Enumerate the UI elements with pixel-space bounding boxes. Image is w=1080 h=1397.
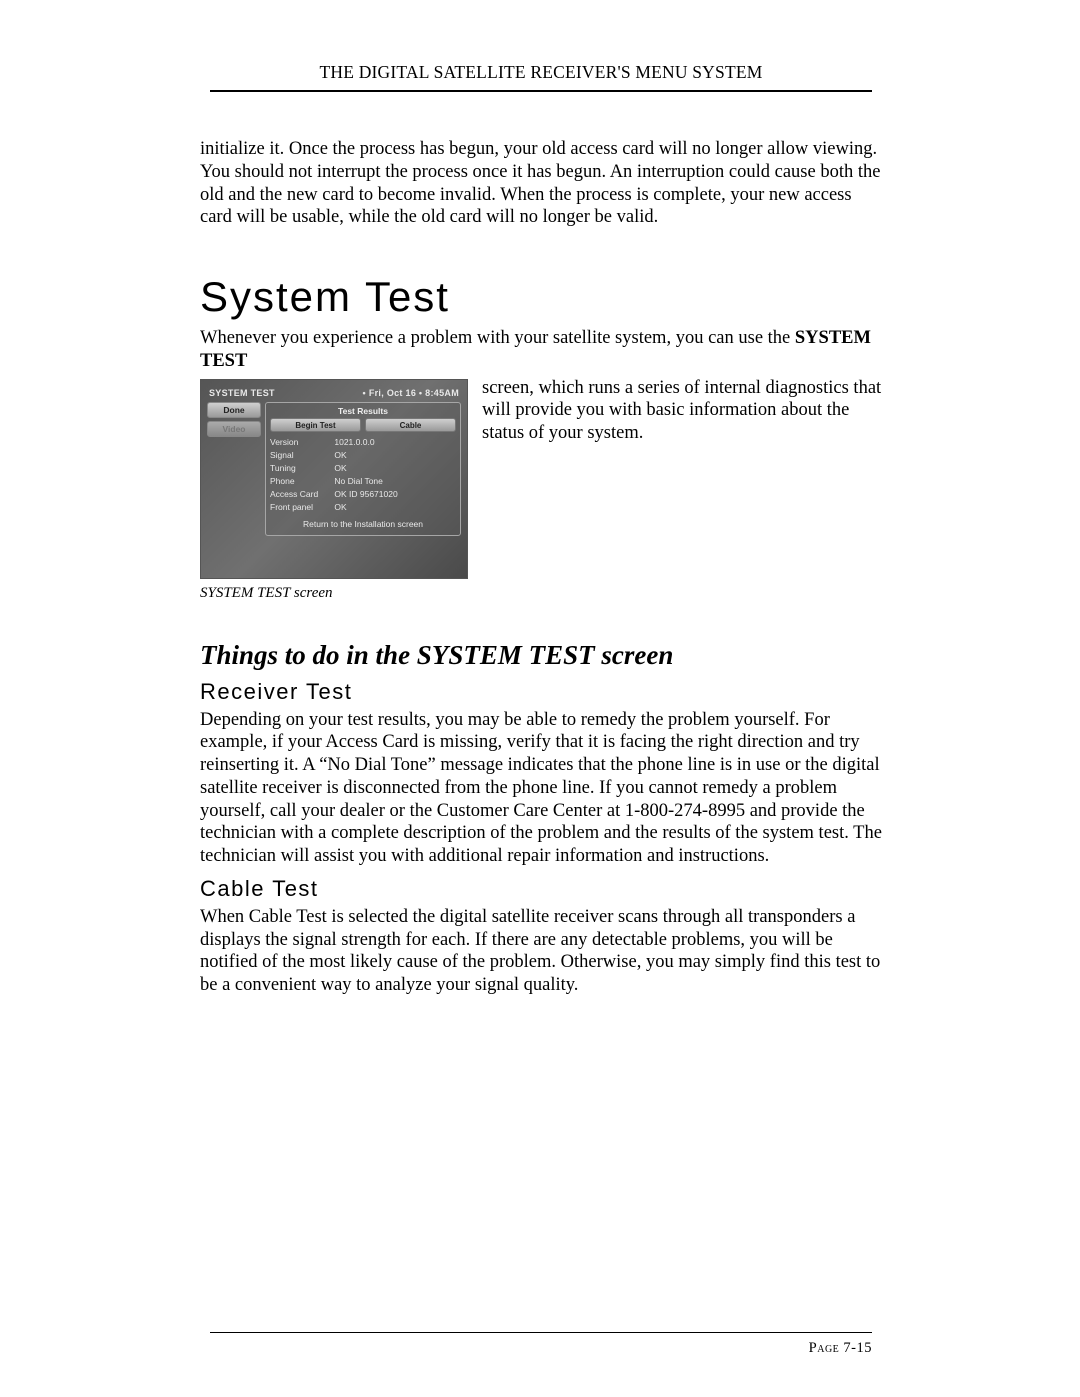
result-row: Tuning OK [270, 462, 456, 475]
result-val: OK [334, 463, 346, 473]
system-test-lead: Whenever you experience a problem with y… [200, 327, 882, 373]
tab-done: Done [207, 402, 261, 418]
screenshot-body: Done Video Test Results Begin Test Cable… [201, 402, 467, 542]
screenshot-footer: Return to the Installation screen [270, 515, 456, 531]
figure: SYSTEM TEST Fri, Oct 16 • 8:45AM Done Vi… [200, 379, 468, 602]
page: THE DIGITAL SATELLITE RECEIVER'S MENU SY… [0, 0, 1080, 1397]
result-val: OK ID 95671020 [334, 489, 397, 499]
figure-caption: SYSTEM TEST screen [200, 585, 468, 602]
result-row: Front panel OK [270, 501, 456, 514]
result-row: Phone No Dial Tone [270, 475, 456, 488]
heading-receiver-test: Receiver Test [200, 679, 882, 705]
result-key: Front panel [270, 501, 332, 514]
result-val: 1021.0.0.0 [334, 437, 374, 447]
footer-rule [210, 1332, 872, 1333]
begin-test-button: Begin Test [270, 418, 361, 432]
result-row: Version 1021.0.0.0 [270, 436, 456, 449]
page-label: Page [809, 1340, 840, 1356]
screenshot-title: SYSTEM TEST [209, 388, 275, 398]
screenshot-titlebar: SYSTEM TEST Fri, Oct 16 • 8:45AM [201, 380, 467, 402]
result-key: Tuning [270, 462, 332, 475]
heading-cable-test: Cable Test [200, 876, 882, 902]
result-row: Signal OK [270, 449, 456, 462]
result-val: OK [334, 502, 346, 512]
figure-and-wrap: SYSTEM TEST Fri, Oct 16 • 8:45AM Done Vi… [200, 377, 882, 602]
result-key: Access Card [270, 488, 332, 501]
result-key: Phone [270, 475, 332, 488]
panel-button-row: Begin Test Cable [270, 418, 456, 432]
result-key: Signal [270, 449, 332, 462]
running-head: THE DIGITAL SATELLITE RECEIVER'S MENU SY… [200, 62, 882, 90]
screenshot-panel: Test Results Begin Test Cable Version 10… [265, 402, 461, 536]
page-number: Page 7-15 [809, 1340, 872, 1357]
panel-title: Test Results [270, 406, 456, 418]
intro-paragraph: initialize it. Once the process has begu… [200, 138, 882, 229]
result-val: No Dial Tone [334, 476, 383, 486]
cable-test-body: When Cable Test is selected the digital … [200, 906, 882, 997]
tab-video: Video [207, 421, 261, 437]
screenshot-datetime: Fri, Oct 16 • 8:45AM [363, 388, 459, 398]
header-rule [210, 90, 872, 92]
heading-things-to-do: Things to do in the SYSTEM TEST screen [200, 640, 882, 671]
lead-text-pre: Whenever you experience a problem with y… [200, 328, 795, 348]
screenshot-left-tabs: Done Video [207, 402, 261, 536]
heading-system-test: System Test [200, 273, 882, 321]
page-number-value: 7-15 [843, 1340, 872, 1356]
receiver-test-body: Depending on your test results, you may … [200, 709, 882, 868]
result-val: OK [334, 450, 346, 460]
screenshot-system-test: SYSTEM TEST Fri, Oct 16 • 8:45AM Done Vi… [200, 379, 468, 579]
cable-button: Cable [365, 418, 456, 432]
result-key: Version [270, 436, 332, 449]
result-row: Access Card OK ID 95671020 [270, 488, 456, 501]
